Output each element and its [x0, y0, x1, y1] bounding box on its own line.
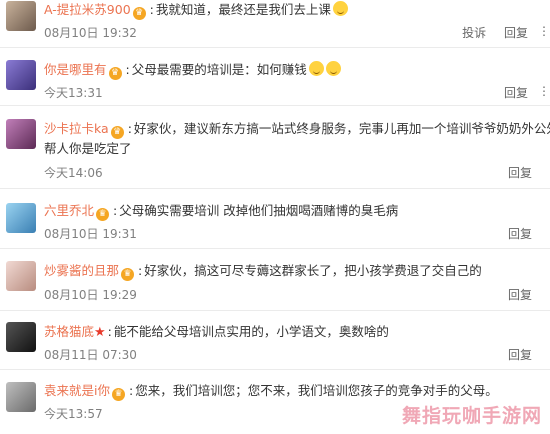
crown-badge-icon: ♛ — [110, 126, 124, 139]
star-badge-icon: ★ — [94, 325, 106, 340]
watermark: 舞指玩咖手游网 — [401, 405, 542, 427]
comment-text: A-提拉米苏900 ♛: 我就知道，最终还是我们去上课 — [44, 0, 544, 20]
comment-actions: 回复 — [494, 225, 532, 242]
crown-badge-icon: ♛ — [111, 388, 125, 401]
username-link[interactable]: 袁来就是i你 — [44, 383, 110, 398]
comment-body: 您来，我们培训您；您不来，我们培训您孩子的竞争对手的父母。 — [135, 383, 498, 398]
avatar[interactable] — [6, 1, 36, 31]
comment-actions: 回复 — [494, 286, 532, 303]
comment-text: 苏格猫底★: 能不能给父母培训点实用的，小学语文，奥数啥的 — [44, 322, 544, 342]
comment-actions: 回复 — [490, 84, 528, 101]
colon: : — [149, 2, 154, 17]
avatar[interactable] — [6, 60, 36, 90]
comment-body: 我就知道，最终还是我们去上课 — [155, 2, 331, 17]
comment-text: 你是哪里有 ♛: 父母最需要的培训是：如何赚钱 — [44, 60, 544, 80]
crown-badge-icon: ♛ — [96, 208, 110, 221]
comment-body: 父母确实需要培训 改掉他们抽烟喝酒赌博的臭毛病 — [119, 203, 399, 218]
timestamp: 08月10日 19:31 — [44, 227, 137, 241]
timestamp: 08月10日 19:32 — [44, 26, 137, 40]
colon: : — [125, 62, 130, 77]
comment-actions: 回复 — [494, 164, 532, 181]
comment-item: 你是哪里有 ♛: 父母最需要的培训是：如何赚钱 今天13:31 回复 ⋮ — [0, 55, 550, 106]
comment-text: 袁来就是i你 ♛: 您来，我们培训您；您不来，我们培训您孩子的竞争对手的父母。 — [44, 381, 544, 401]
more-icon[interactable]: ⋮ — [538, 84, 550, 98]
comment-text: 沙卡拉卡ka ♛: 好家伙，建议新东方搞一站式终身服务，完事儿再加一个培训爷爷奶奶外… — [44, 119, 550, 139]
comment-body: 好家伙，搞这可尽专薅这群家长了，把小孩学费退了交自己的 — [144, 263, 482, 278]
timestamp: 08月10日 19:29 — [44, 288, 137, 302]
colon: : — [107, 324, 112, 339]
crown-badge-icon: ♛ — [108, 67, 122, 80]
username-link[interactable]: A-提拉米苏900 — [44, 2, 131, 17]
comment-body: 父母最需要的培训是：如何赚钱 — [131, 62, 307, 77]
reply-button[interactable]: 回复 — [508, 288, 532, 302]
crown-badge-icon: ♛ — [121, 268, 135, 281]
username-link[interactable]: 六里乔北 — [44, 203, 94, 218]
reply-button[interactable]: 回复 — [504, 86, 528, 100]
comment-body: 能不能给父母培训点实用的，小学语文，奥数啥的 — [113, 324, 389, 339]
username-link[interactable]: 炒雾酱的且那 — [44, 263, 119, 278]
comment-body: 好家伙，建议新东方搞一站式终身服务，完事儿再加一个培训爷爷奶奶外公外婆 — [133, 121, 550, 136]
avatar[interactable] — [6, 382, 36, 412]
avatar[interactable] — [6, 203, 36, 233]
more-icon[interactable]: ⋮ — [538, 24, 550, 38]
colon: : — [128, 383, 134, 398]
timestamp: 今天13:57 — [44, 407, 103, 421]
avatar[interactable] — [6, 261, 36, 291]
emoji-icon — [308, 61, 324, 76]
comment-item: 炒雾酱的且那 ♛: 好家伙，搞这可尽专薅这群家长了，把小孩学费退了交自己的 08月1… — [0, 255, 550, 311]
report-button[interactable]: 投诉 — [462, 26, 486, 40]
emoji-icon — [325, 61, 341, 76]
reply-button[interactable]: 回复 — [504, 26, 528, 40]
avatar[interactable] — [6, 119, 36, 149]
username-link[interactable]: 沙卡拉卡ka — [44, 121, 109, 136]
comment-actions: 投诉 回复 — [448, 24, 528, 41]
reply-button[interactable]: 回复 — [508, 348, 532, 362]
timestamp: 今天14:06 — [44, 166, 103, 180]
comment-item: A-提拉米苏900 ♛: 我就知道，最终还是我们去上课 08月10日 19:32 投… — [0, 0, 550, 48]
comment-text: 六里乔北 ♛: 父母确实需要培训 改掉他们抽烟喝酒赌博的臭毛病 — [44, 201, 544, 221]
colon: : — [127, 121, 132, 136]
comment-actions: 回复 — [494, 346, 532, 363]
username-link[interactable]: 苏格猫底 — [44, 324, 94, 339]
avatar[interactable] — [6, 322, 36, 352]
comment-text-continued: 帮人你是吃定了 — [44, 141, 132, 156]
colon: : — [138, 263, 143, 278]
timestamp: 今天13:31 — [44, 86, 103, 100]
username-link[interactable]: 你是哪里有 — [44, 62, 107, 77]
comment-text: 炒雾酱的且那 ♛: 好家伙，搞这可尽专薅这群家长了，把小孩学费退了交自己的 — [44, 261, 544, 281]
colon: : — [113, 203, 118, 218]
reply-button[interactable]: 回复 — [508, 166, 532, 180]
reply-button[interactable]: 回复 — [508, 227, 532, 241]
timestamp: 08月11日 07:30 — [44, 348, 137, 362]
emoji-icon — [332, 1, 348, 16]
comment-item: 六里乔北 ♛: 父母确实需要培训 改掉他们抽烟喝酒赌博的臭毛病 08月10日 19:… — [0, 196, 550, 249]
comment-item: 沙卡拉卡ka ♛: 好家伙，建议新东方搞一站式终身服务，完事儿再加一个培训爷爷奶奶外… — [0, 112, 550, 189]
comment-item: 苏格猫底★: 能不能给父母培训点实用的，小学语文，奥数啥的 08月11日 07:3… — [0, 317, 550, 370]
crown-badge-icon: ♛ — [132, 7, 146, 20]
